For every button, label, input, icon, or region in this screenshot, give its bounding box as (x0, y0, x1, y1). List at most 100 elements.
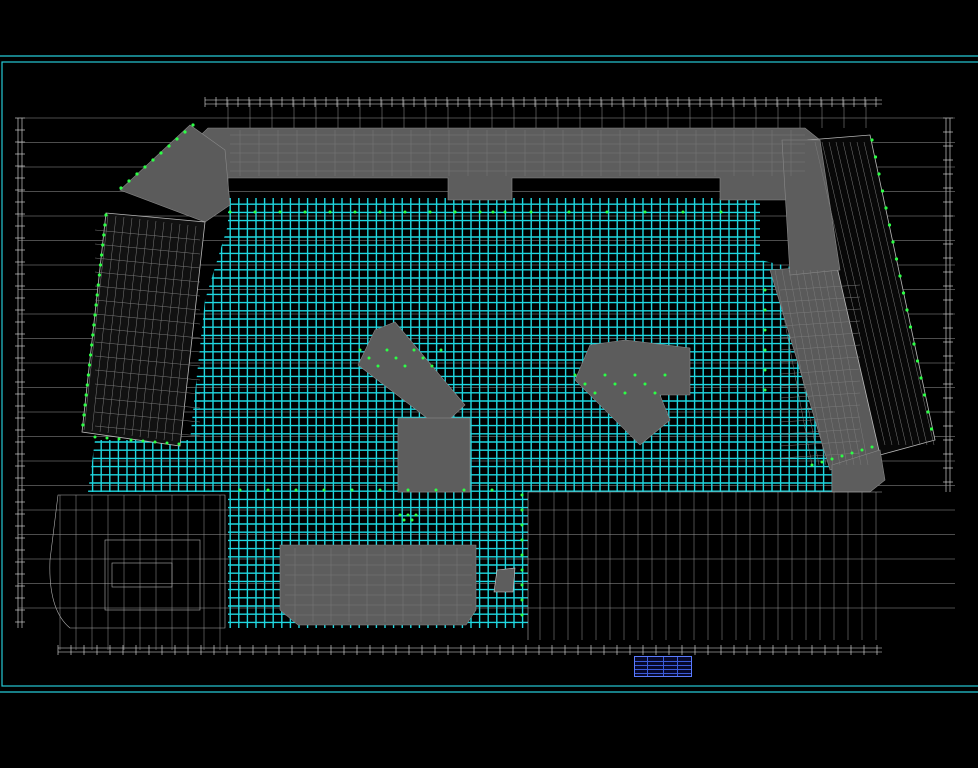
column-marker-icon (278, 210, 282, 214)
column-marker-icon (101, 243, 105, 247)
column-marker-icon (151, 158, 155, 162)
column-marker-icon (98, 263, 103, 267)
column-marker-icon (491, 210, 495, 214)
column-marker-icon (398, 513, 402, 517)
column-marker-icon (353, 210, 357, 214)
column-marker-icon (860, 448, 864, 452)
column-marker-icon (376, 364, 380, 368)
column-marker-icon (103, 223, 107, 227)
column-marker-icon (228, 210, 232, 214)
column-marker-icon (183, 130, 187, 134)
column-marker-icon (378, 488, 382, 492)
column-marker-icon (763, 328, 767, 332)
column-marker-icon (633, 373, 637, 377)
column-marker-icon (905, 308, 909, 312)
legend-col (647, 657, 648, 676)
column-marker-icon (394, 356, 398, 360)
column-marker-icon (653, 391, 657, 395)
column-marker-icon (322, 488, 326, 492)
column-marker-icon (87, 363, 92, 367)
building-block-south-small (493, 567, 516, 593)
column-marker-icon (912, 342, 916, 346)
column-marker-icon (891, 240, 895, 244)
column-marker-icon (92, 323, 96, 327)
column-marker-icon (643, 210, 647, 214)
column-marker-icon (520, 523, 524, 527)
column-marker-icon (520, 568, 524, 572)
column-marker-icon (402, 518, 406, 522)
column-marker-icon (520, 538, 524, 542)
column-marker-icon (89, 353, 93, 357)
column-marker-icon (529, 210, 533, 214)
column-marker-icon (915, 359, 920, 363)
column-marker-icon (238, 488, 242, 492)
column-marker-icon (763, 368, 767, 372)
column-marker-icon (129, 438, 133, 442)
column-marker-icon (830, 457, 834, 461)
column-marker-icon (763, 388, 767, 392)
column-marker-icon (153, 440, 157, 444)
column-marker-icon (887, 223, 892, 227)
legend-col (663, 657, 664, 676)
column-marker-icon (719, 210, 723, 214)
column-marker-icon (328, 210, 332, 214)
column-marker-icon (403, 364, 407, 368)
column-marker-icon (303, 210, 307, 214)
column-marker-icon (623, 391, 627, 395)
column-marker-icon (93, 313, 97, 317)
column-marker-icon (175, 137, 179, 141)
column-marker-icon (593, 391, 597, 395)
title-block-legend (634, 656, 692, 677)
column-marker-icon (85, 383, 89, 387)
column-marker-icon (358, 348, 362, 352)
column-marker-icon (266, 488, 270, 492)
column-marker-icon (926, 410, 930, 414)
column-marker-icon (94, 303, 98, 307)
column-marker-icon (403, 210, 407, 214)
column-marker-icon (117, 437, 121, 441)
column-marker-icon (520, 493, 524, 497)
column-marker-icon (82, 413, 86, 417)
column-marker-icon (414, 513, 418, 517)
column-marker-icon (880, 189, 885, 193)
column-marker-icon (91, 333, 95, 337)
column-marker-icon (490, 488, 494, 492)
column-marker-icon (763, 308, 767, 312)
column-marker-icon (520, 598, 524, 602)
column-marker-icon (894, 257, 899, 261)
column-marker-icon (406, 513, 410, 517)
cad-floor-plan (0, 0, 978, 768)
column-marker-icon (421, 356, 425, 360)
column-marker-icon (763, 348, 767, 352)
column-marker-icon (253, 210, 257, 214)
column-marker-icon (520, 508, 524, 512)
column-marker-icon (870, 138, 874, 142)
column-marker-icon (605, 210, 609, 214)
column-marker-icon (520, 613, 524, 617)
column-marker-icon (567, 210, 571, 214)
column-marker-icon (877, 172, 881, 176)
column-marker-icon (434, 488, 438, 492)
building-block-center-left-base (397, 417, 471, 493)
column-marker-icon (462, 488, 466, 492)
column-marker-icon (583, 382, 587, 386)
column-marker-icon (884, 206, 888, 210)
column-marker-icon (901, 291, 906, 295)
column-marker-icon (810, 463, 814, 467)
column-marker-icon (100, 253, 104, 257)
column-marker-icon (919, 376, 923, 380)
column-marker-icon (350, 488, 354, 492)
column-marker-icon (165, 441, 169, 445)
column-marker-icon (850, 451, 854, 455)
column-marker-icon (643, 382, 647, 386)
column-marker-icon (603, 373, 607, 377)
legend-col (677, 657, 678, 676)
column-marker-icon (84, 393, 88, 397)
column-marker-icon (410, 518, 414, 522)
column-marker-icon (294, 488, 298, 492)
column-marker-icon (96, 283, 100, 287)
column-marker-icon (93, 435, 97, 439)
column-marker-icon (367, 356, 371, 360)
column-marker-icon (167, 144, 171, 148)
column-marker-icon (95, 293, 99, 297)
